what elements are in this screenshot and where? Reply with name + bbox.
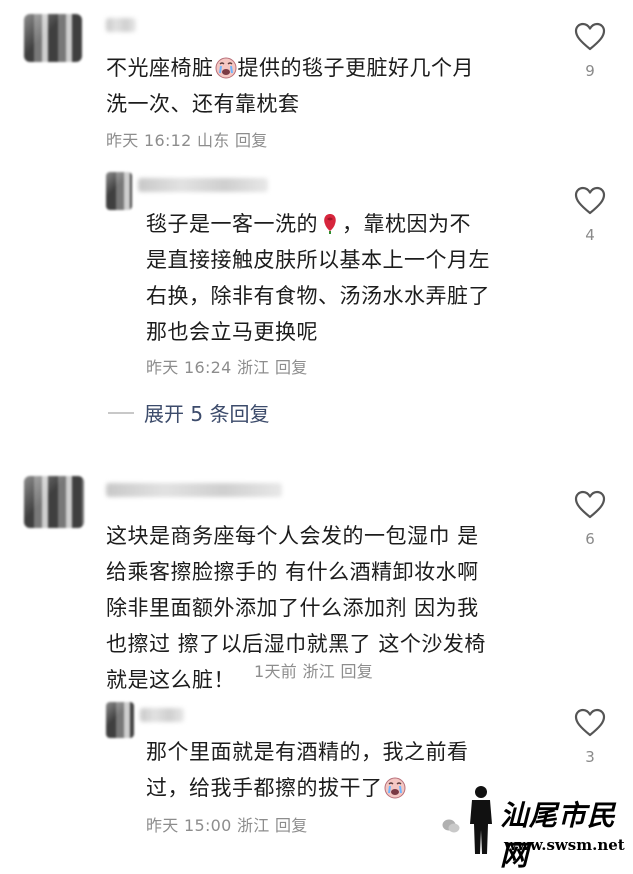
- avatar[interactable]: [24, 476, 84, 528]
- wechat-icon: [442, 819, 460, 833]
- avatar[interactable]: [106, 172, 132, 210]
- watermark-title: 汕尾市民网: [500, 799, 617, 872]
- heart-outline-icon: [574, 490, 606, 519]
- heart-outline-icon: [574, 22, 606, 51]
- avatar[interactable]: [24, 14, 82, 62]
- reply-text: 毯子是一客一洗的 ，靠枕因为不 是直接接触皮肤所以基本上一个月左 右换，除非有食物…: [146, 212, 490, 344]
- comment-meta[interactable]: 1天前 浙江 回复: [254, 658, 373, 682]
- avatar[interactable]: [106, 702, 134, 738]
- rose-emoji: [324, 214, 336, 234]
- username[interactable]: [138, 178, 268, 192]
- like-count: 3: [585, 748, 595, 766]
- person-silhouette-icon: [470, 786, 492, 854]
- like-button[interactable]: 3: [570, 708, 610, 766]
- username[interactable]: [106, 18, 136, 32]
- crying-face-emoji: [215, 57, 236, 79]
- expand-replies-label: 展开 5 条回复: [144, 402, 270, 426]
- crying-face-emoji: [384, 777, 405, 799]
- heart-outline-icon: [574, 708, 606, 737]
- comment-text: 不光座椅脏 提供的毯子更脏好几个月 洗一次、还有靠枕套: [106, 56, 474, 116]
- username[interactable]: [106, 483, 282, 497]
- like-count: 6: [585, 530, 595, 548]
- like-button[interactable]: 4: [570, 186, 610, 244]
- reply-meta[interactable]: 昨天 16:24 浙江 回复: [146, 354, 308, 378]
- heart-outline-icon: [574, 186, 606, 215]
- like-button[interactable]: 9: [570, 22, 610, 80]
- comment-meta[interactable]: 昨天 16:12 山东 回复: [106, 127, 268, 151]
- divider: [108, 411, 134, 414]
- expand-replies-button[interactable]: 展开 5 条回复: [108, 398, 269, 427]
- like-button[interactable]: 6: [570, 490, 610, 548]
- like-count: 9: [585, 62, 595, 80]
- like-count: 4: [585, 226, 595, 244]
- watermark: 汕尾市民网 www.swsm.net: [442, 780, 633, 872]
- watermark-url: www.swsm.net: [504, 836, 625, 854]
- reply-meta[interactable]: 昨天 15:00 浙江 回复: [146, 812, 308, 836]
- username[interactable]: [140, 708, 184, 722]
